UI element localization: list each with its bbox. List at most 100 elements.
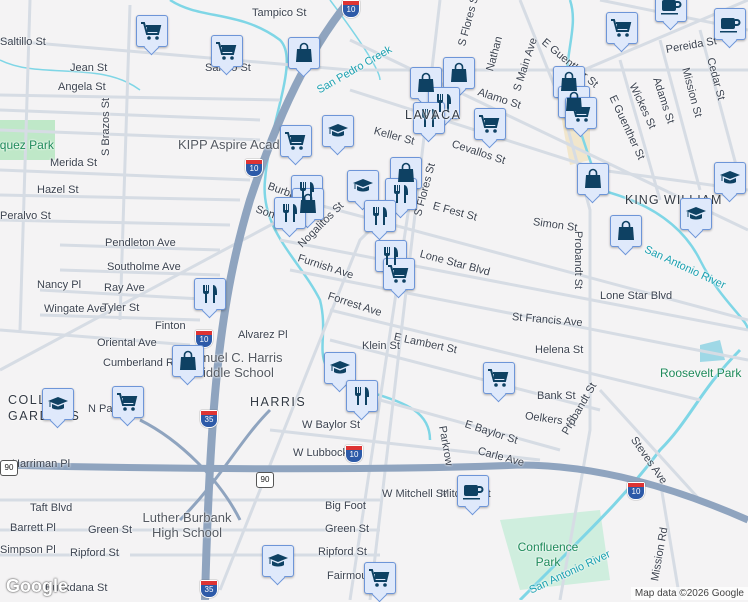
- street-label: Green St: [325, 523, 370, 535]
- shopping-cart-icon: [569, 104, 590, 123]
- fork-knife-icon: [394, 185, 408, 203]
- grocery-marker[interactable]: [112, 386, 144, 418]
- restaurant-marker[interactable]: [364, 200, 396, 232]
- street-label: Green St: [88, 524, 133, 536]
- street-label: Barrett Pl: [10, 522, 56, 534]
- interstate-shield-icon: 10: [342, 0, 360, 18]
- street-label: Merida St: [50, 157, 98, 169]
- us-route-shield-icon: 90: [0, 460, 18, 476]
- street-label: Oriental Ave: [97, 337, 157, 349]
- street-label: Tampico St: [252, 7, 307, 19]
- street-label: Finton: [155, 320, 186, 332]
- grocery-marker[interactable]: [383, 258, 415, 290]
- shopping-cart-icon: [140, 22, 161, 41]
- street-label: Peralvo St: [0, 210, 51, 222]
- school-marker[interactable]: [42, 388, 74, 420]
- interstate-shield-icon: 10: [345, 445, 363, 463]
- graduation-cap-icon: [267, 553, 289, 567]
- shopping-bag-icon: [450, 62, 468, 83]
- school-marker[interactable]: [714, 162, 746, 194]
- graduation-cap-icon: [685, 206, 707, 220]
- park-label: Roosevelt Park: [660, 366, 742, 380]
- grocery-marker[interactable]: [136, 15, 168, 47]
- street-label: Bank St: [537, 390, 576, 402]
- street-label: Probandt St: [572, 231, 584, 290]
- neighborhood-label: LAVACA: [405, 108, 462, 122]
- graduation-cap-icon: [47, 396, 69, 410]
- fork-knife-icon: [373, 207, 387, 225]
- shopping-cart-icon: [610, 19, 631, 38]
- shopping-cart-icon: [478, 115, 499, 134]
- shopping-marker[interactable]: [443, 57, 475, 89]
- street-label: Angela St: [58, 81, 106, 93]
- street-label: Ray Ave: [104, 282, 145, 294]
- park-label: Vasquez Park: [0, 138, 54, 152]
- street-label: W Mitchell St: [382, 488, 447, 500]
- map-attribution: Map data ©2026 Google: [630, 587, 748, 600]
- street-label: Jean St: [70, 62, 108, 74]
- street-label: Taft Blvd: [30, 502, 73, 514]
- coffee-cup-icon: [462, 484, 484, 501]
- restaurant-marker[interactable]: [346, 380, 378, 412]
- street-label: Hazel St: [37, 184, 79, 196]
- school-marker[interactable]: [262, 545, 294, 577]
- grocery-marker[interactable]: [565, 97, 597, 129]
- street-label: Pendleton Ave: [105, 237, 176, 249]
- street-label: S Brazos St: [100, 97, 112, 156]
- school-marker[interactable]: [680, 198, 712, 230]
- graduation-cap-icon: [719, 170, 741, 184]
- school-marker[interactable]: [322, 115, 354, 147]
- shopping-cart-icon: [387, 265, 408, 284]
- cafe-marker[interactable]: [655, 0, 687, 22]
- restaurant-marker[interactable]: [274, 197, 306, 229]
- street-label: Harriman Pl: [12, 458, 71, 470]
- street-label: Saltillo St: [0, 36, 46, 48]
- street-label: Cumberland Rd: [103, 357, 181, 369]
- street-label: Ripford St: [70, 547, 119, 559]
- school-marker[interactable]: [324, 352, 356, 384]
- interstate-shield-icon: 10: [627, 482, 645, 500]
- shopping-marker[interactable]: [172, 345, 204, 377]
- cafe-marker[interactable]: [714, 8, 746, 40]
- grocery-marker[interactable]: [483, 362, 515, 394]
- neighborhood-label: HARRIS: [250, 395, 307, 409]
- graduation-cap-icon: [327, 123, 349, 137]
- street-label: W Baylor St: [302, 419, 361, 431]
- grocery-marker[interactable]: [364, 562, 396, 594]
- graduation-cap-icon: [352, 178, 374, 192]
- shopping-cart-icon: [487, 369, 508, 388]
- school-marker[interactable]: [347, 170, 379, 202]
- interstate-shield-icon: 35: [200, 580, 218, 598]
- street-label: Southolme Ave: [107, 261, 181, 273]
- google-logo[interactable]: Google: [6, 576, 68, 597]
- shopping-cart-icon: [116, 393, 137, 412]
- fork-knife-icon: [283, 204, 297, 222]
- us-route-shield-icon: 90: [256, 472, 274, 488]
- shopping-marker[interactable]: [610, 215, 642, 247]
- shopping-cart-icon: [215, 42, 236, 61]
- street-label: Helena St: [535, 344, 584, 356]
- street-label: Nancy Pl: [37, 279, 82, 291]
- shopping-bag-icon: [295, 42, 313, 63]
- grocery-marker[interactable]: [211, 35, 243, 67]
- shopping-marker[interactable]: [577, 163, 609, 195]
- interstate-shield-icon: 10: [245, 159, 263, 177]
- fork-knife-icon: [355, 387, 369, 405]
- restaurant-marker[interactable]: [194, 278, 226, 310]
- shopping-bag-icon: [179, 350, 197, 371]
- shopping-bag-icon: [584, 168, 602, 189]
- grocery-marker[interactable]: [474, 108, 506, 140]
- place-label: Luther Burbank High School: [142, 510, 232, 540]
- graduation-cap-icon: [329, 360, 351, 374]
- shopping-bag-icon: [617, 220, 635, 241]
- cafe-marker[interactable]: [457, 475, 489, 507]
- street-label: Ripford St: [318, 546, 367, 558]
- shopping-marker[interactable]: [288, 37, 320, 69]
- coffee-cup-icon: [660, 0, 682, 16]
- grocery-marker[interactable]: [606, 12, 638, 44]
- interstate-shield-icon: 35: [200, 410, 218, 428]
- street-label: Wingate Ave: [44, 303, 106, 315]
- grocery-marker[interactable]: [280, 125, 312, 157]
- shopping-cart-icon: [368, 569, 389, 588]
- street-label: Alvarez Pl: [238, 329, 288, 341]
